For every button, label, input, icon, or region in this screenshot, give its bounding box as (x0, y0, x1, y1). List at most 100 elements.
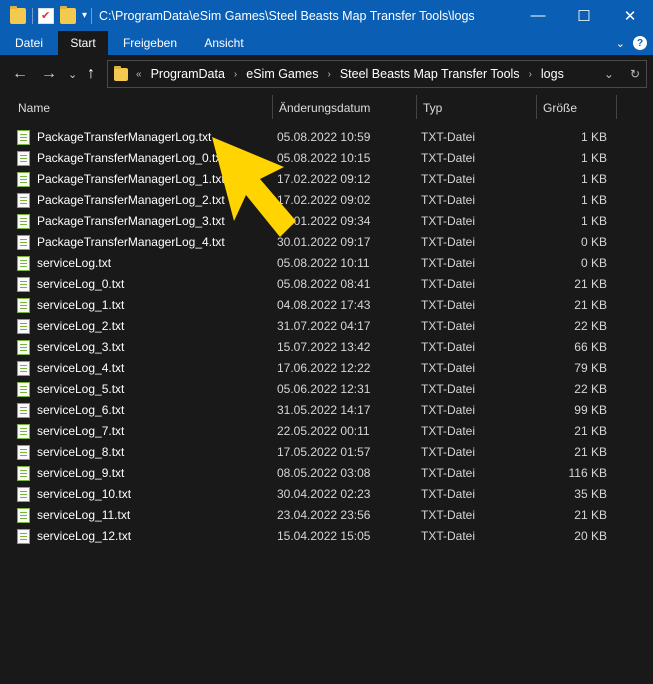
file-row[interactable]: serviceLog_9.txt 08.05.2022 03:08 TXT-Date… (0, 463, 653, 484)
file-row[interactable]: serviceLog_6.txt 31.05.2022 14:17 TXT-Date… (0, 400, 653, 421)
column-divider[interactable] (272, 95, 273, 119)
tab-start[interactable]: Start (58, 31, 108, 55)
text-file-icon (17, 424, 30, 439)
text-file-icon (17, 256, 30, 271)
file-size: 21 KB (574, 508, 607, 522)
breadcrumb-separator[interactable]: › (234, 69, 237, 80)
file-type: TXT-Datei (421, 298, 476, 312)
file-row[interactable]: serviceLog_5.txt 05.06.2022 12:31 TXT-Date… (0, 379, 653, 400)
file-row[interactable]: serviceLog_2.txt 31.07.2022 04:17 TXT-Date… (0, 316, 653, 337)
file-row[interactable]: serviceLog_0.txt 05.08.2022 08:41 TXT-Date… (0, 274, 653, 295)
column-header-type[interactable]: Typ (423, 95, 442, 121)
file-size: 79 KB (574, 361, 607, 375)
file-row[interactable]: serviceLog.txt 05.08.2022 10:11 TXT-Datei 0… (0, 253, 653, 274)
text-file-icon (17, 235, 30, 250)
tab-freigeben[interactable]: Freigeben (112, 31, 188, 55)
properties-icon[interactable] (38, 7, 54, 24)
column-header-name[interactable]: Name (18, 95, 50, 121)
file-name[interactable]: serviceLog_8.txt (37, 442, 124, 463)
close-button[interactable]: ✕ (607, 0, 653, 31)
text-file-icon (17, 361, 30, 376)
file-row[interactable]: serviceLog_1.txt 04.08.2022 17:43 TXT-Date… (0, 295, 653, 316)
file-row[interactable]: PackageTransferManagerLog_0.txt 05.08.202… (0, 148, 653, 169)
breadcrumb-separator[interactable]: › (328, 69, 331, 80)
overflow-chevron[interactable]: « (136, 69, 142, 80)
maximize-button[interactable]: ☐ (561, 0, 607, 31)
text-file-icon (17, 319, 30, 334)
file-date: 08.05.2022 03:08 (277, 466, 371, 480)
file-name[interactable]: serviceLog.txt (37, 253, 111, 274)
file-name[interactable]: PackageTransferManagerLog_1.txt (37, 169, 225, 190)
file-row[interactable]: serviceLog_7.txt 22.05.2022 00:11 TXT-Date… (0, 421, 653, 442)
up-button[interactable]: ↑ (87, 65, 95, 83)
file-row[interactable]: PackageTransferManagerLog_2.txt 17.02.202… (0, 190, 653, 211)
file-name[interactable]: PackageTransferManagerLog.txt (37, 127, 211, 148)
file-name[interactable]: PackageTransferManagerLog_0.txt (37, 148, 225, 169)
file-row[interactable]: serviceLog_8.txt 17.05.2022 01:57 TXT-Date… (0, 442, 653, 463)
file-row[interactable]: serviceLog_3.txt 15.07.2022 13:42 TXT-Date… (0, 337, 653, 358)
toolbar-divider (32, 7, 33, 24)
file-name[interactable]: serviceLog_0.txt (37, 274, 124, 295)
file-size: 0 KB (580, 256, 607, 270)
text-file-icon (17, 298, 30, 313)
file-row[interactable]: PackageTransferManagerLog_3.txt 30.01.202… (0, 211, 653, 232)
column-divider[interactable] (416, 95, 417, 119)
file-row[interactable]: PackageTransferManagerLog_1.txt 17.02.202… (0, 169, 653, 190)
file-name[interactable]: serviceLog_1.txt (37, 295, 124, 316)
file-type: TXT-Datei (421, 529, 476, 543)
breadcrumb-esim-games[interactable]: eSim Games (246, 67, 318, 81)
tab-datei[interactable]: Datei (0, 31, 58, 55)
file-date: 17.06.2022 12:22 (277, 361, 371, 375)
file-name[interactable]: serviceLog_12.txt (37, 526, 131, 547)
file-name[interactable]: serviceLog_9.txt (37, 463, 124, 484)
folder-icon (10, 5, 26, 24)
file-type: TXT-Datei (421, 214, 476, 228)
help-icon[interactable]: ? (633, 36, 647, 50)
file-row[interactable]: PackageTransferManagerLog_4.txt 30.01.202… (0, 232, 653, 253)
tab-ansicht[interactable]: Ansicht (190, 31, 258, 55)
file-row[interactable]: serviceLog_10.txt 30.04.2022 02:23 TXT-Dat… (0, 484, 653, 505)
file-row[interactable]: serviceLog_4.txt 17.06.2022 12:22 TXT-Date… (0, 358, 653, 379)
minimize-button[interactable]: — (515, 0, 561, 31)
file-date: 17.05.2022 01:57 (277, 445, 371, 459)
customize-toolbar-dropdown[interactable]: ▾ (82, 10, 87, 21)
column-divider[interactable] (536, 95, 537, 119)
new-folder-icon[interactable] (60, 5, 76, 24)
breadcrumb-programdata[interactable]: ProgramData (151, 67, 225, 81)
file-name[interactable]: PackageTransferManagerLog_4.txt (37, 232, 225, 253)
file-name[interactable]: serviceLog_2.txt (37, 316, 124, 337)
breadcrumb-logs[interactable]: logs (541, 67, 564, 81)
address-dropdown-icon[interactable]: ⌄ (604, 67, 614, 81)
file-name[interactable]: serviceLog_7.txt (37, 421, 124, 442)
recent-locations-dropdown[interactable]: ⌄ (68, 68, 77, 81)
file-type: TXT-Datei (421, 277, 476, 291)
text-file-icon (17, 277, 30, 292)
file-size: 0 KB (580, 235, 607, 249)
file-type: TXT-Datei (421, 487, 476, 501)
column-divider[interactable] (616, 95, 617, 119)
forward-button[interactable]: → (41, 65, 57, 83)
file-row[interactable]: serviceLog_11.txt 23.04.2022 23:56 TXT-Dat… (0, 505, 653, 526)
file-row[interactable]: serviceLog_12.txt 15.04.2022 15:05 TXT-Dat… (0, 526, 653, 547)
file-name[interactable]: serviceLog_6.txt (37, 400, 124, 421)
column-header-size[interactable]: Größe (543, 95, 577, 121)
column-header-date[interactable]: Änderungsdatum (279, 95, 370, 121)
file-name[interactable]: PackageTransferManagerLog_2.txt (37, 190, 225, 211)
breadcrumb-steel-beasts[interactable]: Steel Beasts Map Transfer Tools (340, 67, 520, 81)
file-name[interactable]: serviceLog_3.txt (37, 337, 124, 358)
breadcrumb-separator[interactable]: › (529, 69, 532, 80)
refresh-icon[interactable]: ↻ (630, 67, 640, 81)
expand-ribbon-icon[interactable]: ⌄ (616, 37, 625, 50)
file-name[interactable]: serviceLog_10.txt (37, 484, 131, 505)
file-name[interactable]: serviceLog_5.txt (37, 379, 124, 400)
window-controls: — ☐ ✕ (515, 0, 653, 31)
file-row[interactable]: PackageTransferManagerLog.txt 05.08.2022 … (0, 127, 653, 148)
file-date: 15.04.2022 15:05 (277, 529, 371, 543)
file-name[interactable]: serviceLog_11.txt (37, 505, 130, 526)
file-name[interactable]: PackageTransferManagerLog_3.txt (37, 211, 225, 232)
title-bar: ▾ C:\ProgramData\eSim Games\Steel Beasts… (0, 0, 653, 31)
text-file-icon (17, 403, 30, 418)
address-bar[interactable]: « ProgramData › eSim Games › Steel Beast… (107, 60, 647, 88)
file-name[interactable]: serviceLog_4.txt (37, 358, 124, 379)
back-button[interactable]: ← (12, 65, 28, 83)
